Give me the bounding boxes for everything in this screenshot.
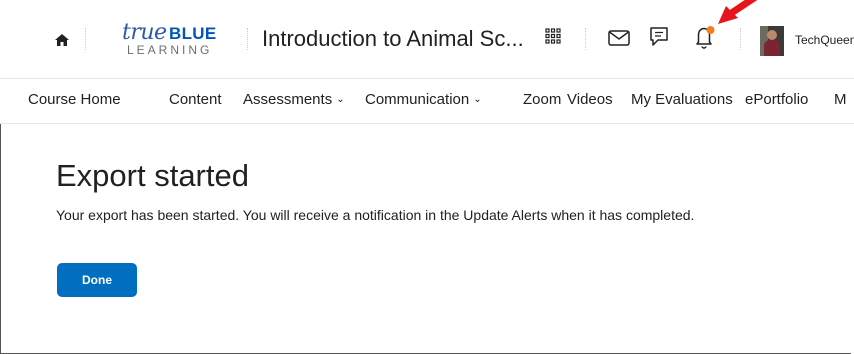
nav-course-home[interactable]: Course Home bbox=[28, 91, 121, 108]
course-navbar: Course Home Content Assessments ⌄ Communi… bbox=[0, 78, 854, 124]
logo-script-text: true bbox=[122, 20, 167, 45]
nav-more[interactable]: M bbox=[834, 91, 847, 108]
nav-communication[interactable]: Communication ⌄ bbox=[365, 91, 482, 108]
page-title: Export started bbox=[56, 157, 249, 193]
header-divider bbox=[585, 28, 586, 50]
nav-content[interactable]: Content bbox=[169, 91, 222, 108]
avatar[interactable] bbox=[760, 26, 784, 56]
header-divider bbox=[247, 28, 248, 50]
nav-zoom[interactable]: Zoom bbox=[523, 91, 561, 108]
annotation-arrow-icon bbox=[718, 0, 758, 24]
nav-assessments[interactable]: Assessments ⌄ bbox=[243, 91, 345, 108]
apps-grid-icon[interactable] bbox=[545, 28, 561, 44]
done-button[interactable]: Done bbox=[57, 263, 137, 297]
chevron-down-icon: ⌄ bbox=[336, 94, 345, 105]
nav-my-evaluations[interactable]: My Evaluations bbox=[631, 91, 733, 108]
mail-icon[interactable] bbox=[608, 30, 630, 46]
export-message: Your export has been started. You will r… bbox=[56, 207, 695, 223]
nav-videos[interactable]: Videos bbox=[567, 91, 613, 108]
logo-brand-text: BLUE bbox=[169, 24, 217, 43]
trueblue-logo[interactable]: true BLUE LEARNING bbox=[120, 20, 240, 62]
header-divider bbox=[740, 28, 741, 50]
nav-eportfolio[interactable]: ePortfolio bbox=[745, 91, 808, 108]
chevron-down-icon: ⌄ bbox=[473, 94, 482, 105]
chat-icon[interactable] bbox=[648, 26, 670, 50]
home-icon[interactable] bbox=[55, 34, 69, 46]
logo-sub-text: LEARNING bbox=[127, 43, 213, 57]
header-divider bbox=[85, 28, 86, 50]
course-title[interactable]: Introduction to Animal Sc... bbox=[262, 26, 524, 52]
username[interactable]: TechQueen bbox=[795, 33, 854, 47]
